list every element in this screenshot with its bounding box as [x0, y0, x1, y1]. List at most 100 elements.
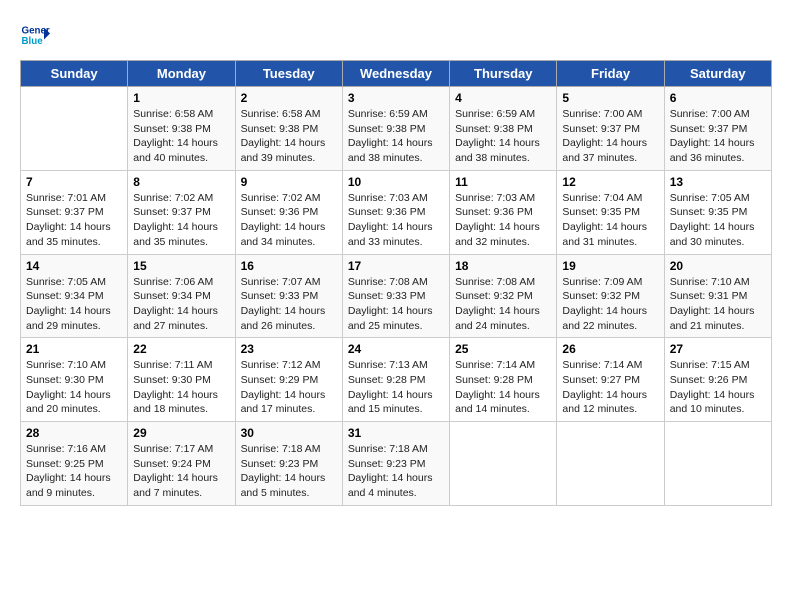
calendar-cell: 8 Sunrise: 7:02 AM Sunset: 9:37 PM Daylig…: [128, 170, 235, 254]
weekday-header-friday: Friday: [557, 61, 664, 87]
day-number: 13: [670, 175, 766, 189]
day-number: 6: [670, 91, 766, 105]
day-info: Sunrise: 6:58 AM Sunset: 9:38 PM Dayligh…: [133, 107, 229, 166]
weekday-header-saturday: Saturday: [664, 61, 771, 87]
day-info: Sunrise: 7:08 AM Sunset: 9:33 PM Dayligh…: [348, 275, 444, 334]
day-number: 15: [133, 259, 229, 273]
day-info: Sunrise: 7:15 AM Sunset: 9:26 PM Dayligh…: [670, 358, 766, 417]
day-number: 19: [562, 259, 658, 273]
day-info: Sunrise: 7:00 AM Sunset: 9:37 PM Dayligh…: [562, 107, 658, 166]
logo: General Blue: [20, 20, 50, 50]
day-number: 31: [348, 426, 444, 440]
day-number: 18: [455, 259, 551, 273]
calendar-cell: 6 Sunrise: 7:00 AM Sunset: 9:37 PM Daylig…: [664, 87, 771, 171]
day-info: Sunrise: 7:03 AM Sunset: 9:36 PM Dayligh…: [348, 191, 444, 250]
calendar-cell: 27 Sunrise: 7:15 AM Sunset: 9:26 PM Dayli…: [664, 338, 771, 422]
day-number: 30: [241, 426, 337, 440]
day-info: Sunrise: 7:18 AM Sunset: 9:23 PM Dayligh…: [348, 442, 444, 501]
calendar-cell: 14 Sunrise: 7:05 AM Sunset: 9:34 PM Dayli…: [21, 254, 128, 338]
day-number: 9: [241, 175, 337, 189]
calendar-cell: 15 Sunrise: 7:06 AM Sunset: 9:34 PM Dayli…: [128, 254, 235, 338]
calendar-week-1: 7 Sunrise: 7:01 AM Sunset: 9:37 PM Daylig…: [21, 170, 772, 254]
day-info: Sunrise: 7:03 AM Sunset: 9:36 PM Dayligh…: [455, 191, 551, 250]
svg-text:Blue: Blue: [22, 36, 44, 47]
day-info: Sunrise: 7:13 AM Sunset: 9:28 PM Dayligh…: [348, 358, 444, 417]
calendar-cell: 11 Sunrise: 7:03 AM Sunset: 9:36 PM Dayli…: [450, 170, 557, 254]
calendar-cell: 13Sunrise: 7:05 AM Sunset: 9:35 PM Dayli…: [664, 170, 771, 254]
calendar-cell: 17 Sunrise: 7:08 AM Sunset: 9:33 PM Dayli…: [342, 254, 449, 338]
weekday-header-sunday: Sunday: [21, 61, 128, 87]
calendar-cell: 10 Sunrise: 7:03 AM Sunset: 9:36 PM Dayli…: [342, 170, 449, 254]
calendar-week-4: 28Sunrise: 7:16 AM Sunset: 9:25 PM Dayli…: [21, 422, 772, 506]
day-info: Sunrise: 7:08 AM Sunset: 9:32 PM Dayligh…: [455, 275, 551, 334]
day-info: Sunrise: 7:11 AM Sunset: 9:30 PM Dayligh…: [133, 358, 229, 417]
logo-icon: General Blue: [20, 20, 50, 50]
calendar-cell: 18 Sunrise: 7:08 AM Sunset: 9:32 PM Dayli…: [450, 254, 557, 338]
day-number: 26: [562, 342, 658, 356]
calendar-cell: 12 Sunrise: 7:04 AM Sunset: 9:35 PM Dayli…: [557, 170, 664, 254]
day-info: Sunrise: 7:06 AM Sunset: 9:34 PM Dayligh…: [133, 275, 229, 334]
calendar-week-3: 21Sunrise: 7:10 AM Sunset: 9:30 PM Dayli…: [21, 338, 772, 422]
day-number: 8: [133, 175, 229, 189]
day-info: Sunrise: 7:10 AM Sunset: 9:30 PM Dayligh…: [26, 358, 122, 417]
day-number: 27: [670, 342, 766, 356]
calendar-cell: [557, 422, 664, 506]
calendar-header-row: SundayMondayTuesdayWednesdayThursdayFrid…: [21, 61, 772, 87]
calendar-table: SundayMondayTuesdayWednesdayThursdayFrid…: [20, 60, 772, 506]
calendar-week-2: 14 Sunrise: 7:05 AM Sunset: 9:34 PM Dayli…: [21, 254, 772, 338]
day-info: Sunrise: 7:02 AM Sunset: 9:37 PM Dayligh…: [133, 191, 229, 250]
day-info: Sunrise: 7:09 AM Sunset: 9:32 PM Dayligh…: [562, 275, 658, 334]
day-info: Sunrise: 7:02 AM Sunset: 9:36 PM Dayligh…: [241, 191, 337, 250]
calendar-cell: 9 Sunrise: 7:02 AM Sunset: 9:36 PM Daylig…: [235, 170, 342, 254]
day-number: 11: [455, 175, 551, 189]
weekday-header-monday: Monday: [128, 61, 235, 87]
day-number: 14: [26, 259, 122, 273]
weekday-header-wednesday: Wednesday: [342, 61, 449, 87]
day-number: 16: [241, 259, 337, 273]
day-number: 7: [26, 175, 122, 189]
day-info: Sunrise: 7:01 AM Sunset: 9:37 PM Dayligh…: [26, 191, 122, 250]
calendar-cell: 26Sunrise: 7:14 AM Sunset: 9:27 PM Dayli…: [557, 338, 664, 422]
day-info: Sunrise: 7:17 AM Sunset: 9:24 PM Dayligh…: [133, 442, 229, 501]
day-info: Sunrise: 6:59 AM Sunset: 9:38 PM Dayligh…: [455, 107, 551, 166]
day-info: Sunrise: 7:05 AM Sunset: 9:34 PM Dayligh…: [26, 275, 122, 334]
day-number: 10: [348, 175, 444, 189]
day-number: 3: [348, 91, 444, 105]
calendar-cell: 1 Sunrise: 6:58 AM Sunset: 9:38 PM Daylig…: [128, 87, 235, 171]
calendar-cell: 2Sunrise: 6:58 AM Sunset: 9:38 PM Daylig…: [235, 87, 342, 171]
calendar-cell: 7 Sunrise: 7:01 AM Sunset: 9:37 PM Daylig…: [21, 170, 128, 254]
day-info: Sunrise: 7:10 AM Sunset: 9:31 PM Dayligh…: [670, 275, 766, 334]
calendar-body: 1 Sunrise: 6:58 AM Sunset: 9:38 PM Daylig…: [21, 87, 772, 506]
calendar-cell: 31 Sunrise: 7:18 AM Sunset: 9:23 PM Dayli…: [342, 422, 449, 506]
calendar-cell: 23Sunrise: 7:12 AM Sunset: 9:29 PM Dayli…: [235, 338, 342, 422]
day-number: 25: [455, 342, 551, 356]
weekday-header-thursday: Thursday: [450, 61, 557, 87]
calendar-cell: 20 Sunrise: 7:10 AM Sunset: 9:31 PM Dayli…: [664, 254, 771, 338]
day-number: 29: [133, 426, 229, 440]
day-info: Sunrise: 7:04 AM Sunset: 9:35 PM Dayligh…: [562, 191, 658, 250]
day-number: 22: [133, 342, 229, 356]
day-number: 1: [133, 91, 229, 105]
day-number: 4: [455, 91, 551, 105]
day-info: Sunrise: 7:07 AM Sunset: 9:33 PM Dayligh…: [241, 275, 337, 334]
calendar-cell: 24 Sunrise: 7:13 AM Sunset: 9:28 PM Dayli…: [342, 338, 449, 422]
day-number: 17: [348, 259, 444, 273]
page-header: General Blue: [20, 20, 772, 50]
day-number: 24: [348, 342, 444, 356]
day-number: 20: [670, 259, 766, 273]
calendar-cell: 22 Sunrise: 7:11 AM Sunset: 9:30 PM Dayli…: [128, 338, 235, 422]
calendar-cell: 16 Sunrise: 7:07 AM Sunset: 9:33 PM Dayli…: [235, 254, 342, 338]
day-number: 12: [562, 175, 658, 189]
day-info: Sunrise: 7:16 AM Sunset: 9:25 PM Dayligh…: [26, 442, 122, 501]
day-info: Sunrise: 7:14 AM Sunset: 9:28 PM Dayligh…: [455, 358, 551, 417]
calendar-cell: 5Sunrise: 7:00 AM Sunset: 9:37 PM Daylig…: [557, 87, 664, 171]
day-number: 2: [241, 91, 337, 105]
calendar-cell: 21Sunrise: 7:10 AM Sunset: 9:30 PM Dayli…: [21, 338, 128, 422]
day-info: Sunrise: 7:00 AM Sunset: 9:37 PM Dayligh…: [670, 107, 766, 166]
day-info: Sunrise: 6:59 AM Sunset: 9:38 PM Dayligh…: [348, 107, 444, 166]
calendar-cell: [664, 422, 771, 506]
weekday-header-tuesday: Tuesday: [235, 61, 342, 87]
calendar-cell: 25 Sunrise: 7:14 AM Sunset: 9:28 PM Dayli…: [450, 338, 557, 422]
day-info: Sunrise: 7:18 AM Sunset: 9:23 PM Dayligh…: [241, 442, 337, 501]
day-info: Sunrise: 7:12 AM Sunset: 9:29 PM Dayligh…: [241, 358, 337, 417]
